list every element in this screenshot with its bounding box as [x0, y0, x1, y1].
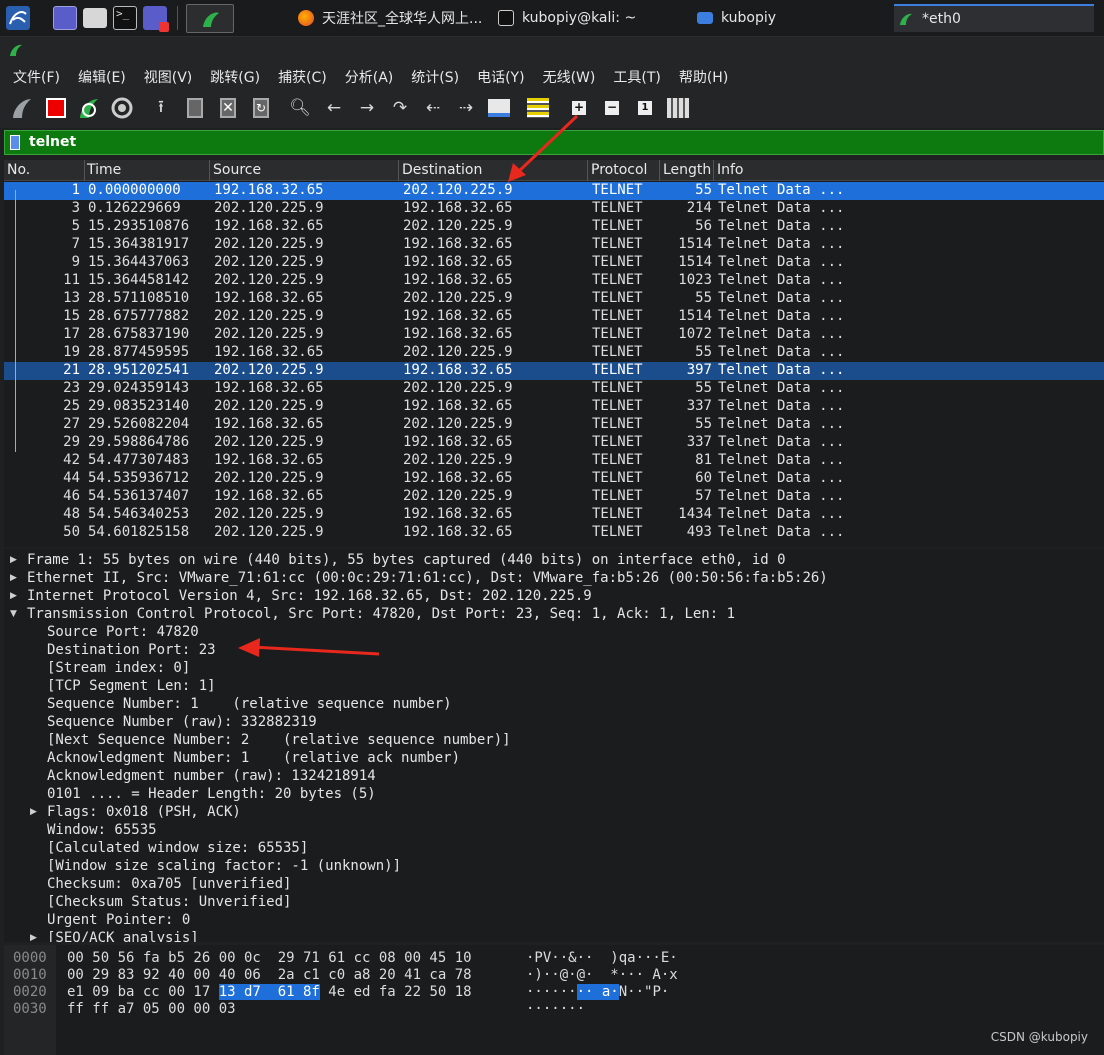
annotation-arrows [238, 114, 579, 657]
arrow-to-destination-column [508, 114, 579, 182]
arrow-to-destination-port [238, 638, 380, 657]
